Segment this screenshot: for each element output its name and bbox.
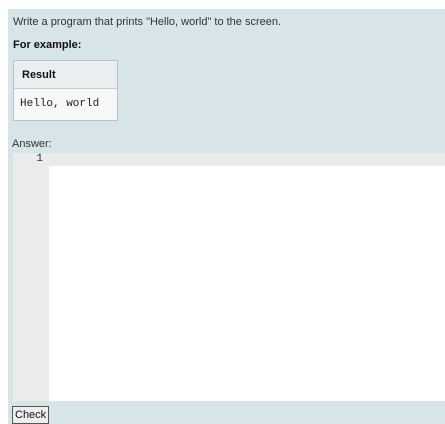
- code-input-area[interactable]: [49, 166, 445, 401]
- example-result-table: Result Hello, world: [13, 60, 118, 121]
- active-code-line[interactable]: [49, 153, 445, 166]
- check-button[interactable]: Check: [12, 406, 50, 424]
- result-column-header: Result: [14, 61, 117, 89]
- answer-label: Answer:: [12, 138, 52, 150]
- question-panel: Write a program that prints "Hello, worl…: [8, 9, 445, 424]
- result-cell: Hello, world: [14, 89, 117, 120]
- question-text: Write a program that prints "Hello, worl…: [13, 16, 282, 28]
- editor-gutter: 1: [13, 153, 49, 401]
- code-editor[interactable]: 1: [13, 153, 445, 401]
- example-heading: For example:: [13, 39, 82, 51]
- line-number: 1: [36, 153, 43, 165]
